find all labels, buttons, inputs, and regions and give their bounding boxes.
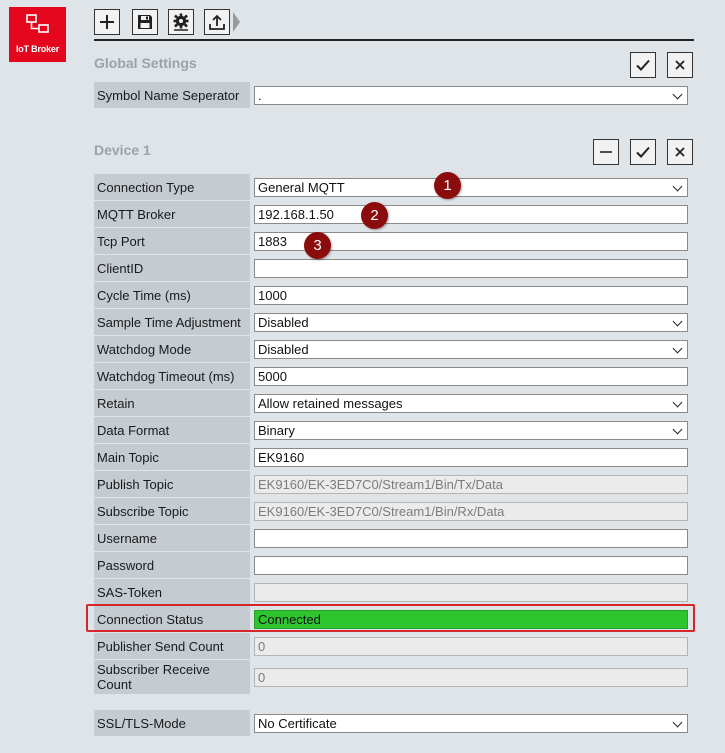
settings-row-publish-topic: Publish Topic EK9160/EK-3ED7C0/Stream1/Bi… <box>94 471 692 497</box>
watchdog-mode-select[interactable]: Disabled <box>254 340 688 359</box>
field-label: Cycle Time (ms) <box>94 282 250 308</box>
field-label: Subscriber Receive Count <box>94 660 250 694</box>
field-label: Data Format <box>94 417 250 443</box>
field-label: Tcp Port <box>94 228 250 254</box>
clientid-input[interactable] <box>254 259 688 278</box>
watchdog-timeout-ms-input[interactable]: 5000 <box>254 367 688 386</box>
settings-row-sample-time-adjustment: Sample Time Adjustment Disabled <box>94 309 692 335</box>
field-label: MQTT Broker <box>94 201 250 227</box>
field-label: SAS-Token <box>94 579 250 605</box>
settings-row-watchdog-timeout-ms: Watchdog Timeout (ms) 5000 <box>94 363 692 389</box>
retain-select[interactable]: Allow retained messages <box>254 394 688 413</box>
settings-row-mqtt-broker: MQTT Broker 192.168.1.50 <box>94 201 692 227</box>
settings-row-retain: Retain Allow retained messages <box>94 390 692 416</box>
callout-marker: 2 <box>361 202 388 229</box>
add-button[interactable] <box>94 9 120 35</box>
cycle-time-ms-input[interactable]: 1000 <box>254 286 688 305</box>
callout-marker: 3 <box>304 232 331 259</box>
upload-button[interactable] <box>204 9 230 35</box>
field-label: Publisher Send Count <box>94 633 250 659</box>
field-label: SSL/TLS-Mode <box>94 710 250 736</box>
device-cancel-button[interactable] <box>667 139 693 165</box>
sample-time-adjustment-select[interactable]: Disabled <box>254 313 688 332</box>
settings-icon <box>173 13 189 31</box>
settings-row-symbol-name-seperator: Symbol Name Seperator. <box>94 82 692 108</box>
settings-row-main-topic: Main Topic EK9160 <box>94 444 692 470</box>
settings-row-subscriber-receive-count: Subscriber Receive Count 0 <box>94 660 692 694</box>
publish-topic-field: EK9160/EK-3ED7C0/Stream1/Bin/Tx/Data <box>254 475 688 494</box>
symbol-name-seperator-select[interactable]: . <box>254 86 688 105</box>
save-button[interactable] <box>132 9 158 35</box>
callout-marker: 1 <box>434 172 461 199</box>
settings-button[interactable] <box>168 9 194 35</box>
username-input[interactable] <box>254 529 688 548</box>
password-input[interactable] <box>254 556 688 575</box>
minus-icon <box>600 151 612 153</box>
field-label: Symbol Name Seperator <box>94 82 250 108</box>
sas-token-field <box>254 583 688 602</box>
settings-row-sas-token: SAS-Token <box>94 579 692 605</box>
data-format-select[interactable]: Binary <box>254 421 688 440</box>
global-settings-title: Global Settings <box>94 55 197 71</box>
settings-row-username: Username <box>94 525 692 551</box>
close-icon <box>675 147 685 157</box>
field-label: ClientID <box>94 255 250 281</box>
field-label: Sample Time Adjustment <box>94 309 250 335</box>
field-label: Username <box>94 525 250 551</box>
subscribe-topic-field: EK9160/EK-3ED7C0/Stream1/Bin/Rx/Data <box>254 502 688 521</box>
toolbar-more-arrow-icon <box>233 12 240 32</box>
connection-status-highlight <box>86 604 695 632</box>
device-apply-button[interactable] <box>630 139 656 165</box>
settings-row-password: Password <box>94 552 692 578</box>
device-title: Device 1 <box>94 142 151 158</box>
publisher-send-count-field: 0 <box>254 637 688 656</box>
close-icon <box>675 60 685 70</box>
toolbar-divider <box>94 39 694 41</box>
field-label: Connection Type <box>94 174 250 200</box>
add-icon <box>100 15 114 29</box>
global-apply-button[interactable] <box>630 52 656 78</box>
mqtt-broker-input[interactable]: 192.168.1.50 <box>254 205 688 224</box>
field-label: Main Topic <box>94 444 250 470</box>
settings-row-clientid: ClientID <box>94 255 692 281</box>
field-label: Watchdog Mode <box>94 336 250 362</box>
subscriber-receive-count-field: 0 <box>254 668 688 687</box>
settings-row-publisher-send-count: Publisher Send Count 0 <box>94 633 692 659</box>
upload-icon <box>209 14 225 30</box>
field-label: Retain <box>94 390 250 416</box>
connection-type-select[interactable]: General MQTT <box>254 178 688 197</box>
settings-row-subscribe-topic: Subscribe Topic EK9160/EK-3ED7C0/Stream1/… <box>94 498 692 524</box>
global-cancel-button[interactable] <box>667 52 693 78</box>
settings-row-data-format: Data Format Binary <box>94 417 692 443</box>
settings-row-watchdog-mode: Watchdog Mode Disabled <box>94 336 692 362</box>
settings-row-tcp-port: Tcp Port 1883 <box>94 228 692 254</box>
iot-broker-label: IoT Broker <box>15 44 59 54</box>
settings-row-cycle-time-ms: Cycle Time (ms) 1000 <box>94 282 692 308</box>
field-label: Watchdog Timeout (ms) <box>94 363 250 389</box>
field-label: Publish Topic <box>94 471 250 497</box>
settings-row-ssl-tls-mode: SSL/TLS-Mode No Certificate <box>94 710 692 736</box>
ssl-tls-mode-select[interactable]: No Certificate <box>254 714 688 733</box>
iot-broker-icon <box>26 14 49 33</box>
iot-broker-tile[interactable]: IoT Broker <box>9 7 66 62</box>
check-icon <box>636 59 650 71</box>
check-icon <box>636 146 650 158</box>
device-collapse-button[interactable] <box>593 139 619 165</box>
field-label: Subscribe Topic <box>94 498 250 524</box>
main-topic-input[interactable]: EK9160 <box>254 448 688 467</box>
settings-row-connection-type: Connection Type General MQTT <box>94 174 692 200</box>
field-label: Password <box>94 552 250 578</box>
save-icon <box>138 15 152 29</box>
